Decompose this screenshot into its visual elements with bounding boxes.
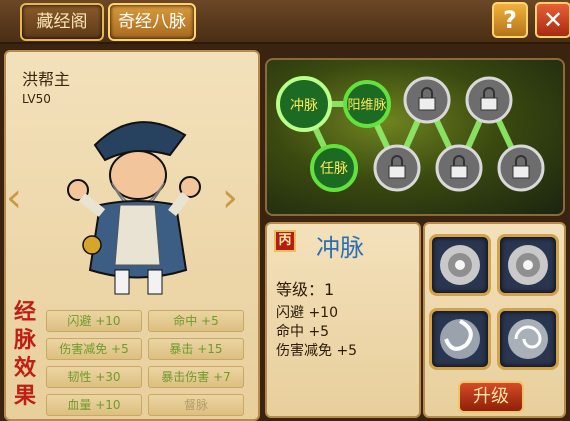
grade-badge: 丙: [274, 230, 296, 252]
prev-character-arrow-icon[interactable]: ‹: [4, 172, 24, 224]
vortex-icon[interactable]: [429, 308, 491, 370]
locked-node[interactable]: [497, 144, 545, 192]
node-stat: 闪避 +10: [276, 305, 338, 321]
stat-hp: 血量 +10: [46, 394, 142, 416]
help-button[interactable]: ?: [492, 2, 528, 38]
swirl-icon[interactable]: [497, 234, 559, 296]
stat-toughness: 韧性 +30: [46, 366, 142, 388]
locked-node[interactable]: [465, 76, 513, 124]
spiral-icon[interactable]: [497, 308, 559, 370]
stat-du-meridian: 督脉: [148, 394, 244, 416]
node-yangweimai[interactable]: 阳维脉: [343, 80, 391, 128]
meridian-effect-title: 经 脉 效 果: [13, 299, 36, 409]
meridian-network: 冲脉 阳维脉 任脉: [276, 76, 545, 192]
upgrade-button[interactable]: 升级: [458, 381, 524, 413]
tab-eight-meridians[interactable]: 奇经八脉: [108, 3, 196, 41]
node-level: 等级：1: [276, 280, 335, 299]
stat-dodge: 闪避 +10: [46, 310, 142, 332]
node-renmai[interactable]: 任脉: [310, 144, 358, 192]
node-stat: 命中 +5: [276, 324, 330, 340]
tab-scripture-pavilion[interactable]: 藏经阁: [20, 3, 104, 41]
node-stat: 伤害减免 +5: [276, 343, 358, 359]
close-button[interactable]: ✕: [535, 2, 570, 38]
stat-hit: 命中 +5: [148, 310, 244, 332]
character-name: 洪帮主: [22, 70, 71, 89]
svg-text:阳维脉: 阳维脉: [347, 98, 386, 113]
stat-crit-damage: 暴击伤害 +7: [148, 366, 244, 388]
next-character-arrow-icon[interactable]: ›: [220, 172, 240, 224]
character-portrait: [67, 121, 201, 295]
locked-node[interactable]: [373, 144, 421, 192]
svg-text:冲脉: 冲脉: [290, 98, 318, 114]
node-name: 冲脉: [316, 234, 364, 262]
meridian-map: 冲脉 阳维脉 任脉: [265, 58, 565, 216]
stat-crit: 暴击 +15: [148, 338, 244, 360]
locked-node[interactable]: [403, 76, 451, 124]
character-level: LV50: [22, 92, 51, 106]
svg-text:任脉: 任脉: [320, 161, 348, 177]
locked-node[interactable]: [435, 144, 483, 192]
stat-damage-reduction: 伤害减免 +5: [46, 338, 142, 360]
node-chongmai[interactable]: 冲脉: [276, 76, 332, 132]
swirl-icon[interactable]: [429, 234, 491, 296]
